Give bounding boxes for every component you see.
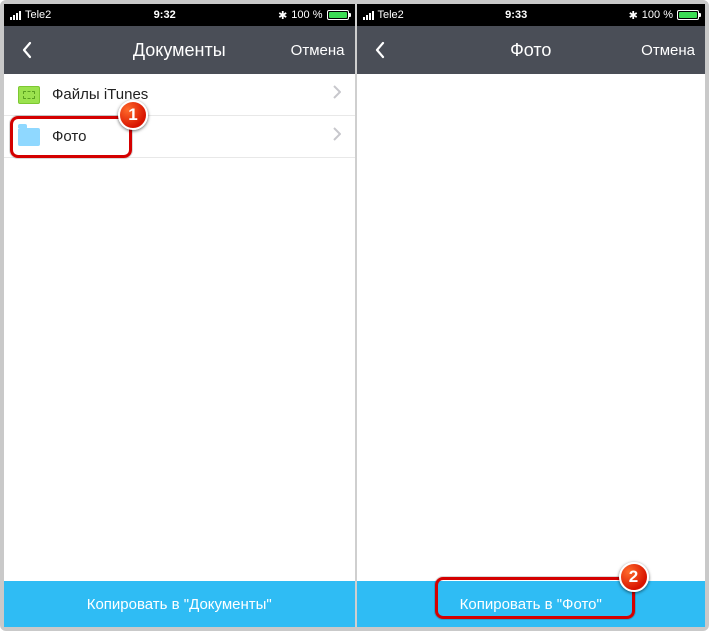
row-photo[interactable]: Фото xyxy=(4,116,355,158)
folder-list: Файлы iTunes Фото xyxy=(4,74,355,581)
dual-screenshot-frame: Tele2 9:32 ✱ 100 % Документы Отмена Файл… xyxy=(0,0,709,631)
status-right: ✱ 100 % xyxy=(278,9,348,22)
row-label: Фото xyxy=(52,128,86,145)
copy-button[interactable]: Копировать в "Документы" xyxy=(4,581,355,627)
bluetooth-icon: ✱ xyxy=(278,9,287,22)
clock-label: 9:33 xyxy=(408,9,625,21)
copy-button-label: Копировать в "Документы" xyxy=(87,596,272,613)
back-button[interactable] xyxy=(367,37,393,63)
signal-icon xyxy=(10,11,21,20)
status-right: ✱ 100 % xyxy=(629,9,699,22)
screen-documents: Tele2 9:32 ✱ 100 % Документы Отмена Файл… xyxy=(4,4,355,627)
battery-percent: 100 % xyxy=(291,9,322,21)
carrier-label: Tele2 xyxy=(378,9,404,21)
signal-icon xyxy=(363,11,374,20)
chevron-right-icon xyxy=(333,127,341,146)
folder-icon xyxy=(18,128,40,146)
nav-bar: Документы Отмена xyxy=(4,26,355,74)
battery-icon xyxy=(327,10,349,20)
copy-button[interactable]: Копировать в "Фото" xyxy=(357,581,706,627)
cancel-button[interactable]: Отмена xyxy=(641,42,695,59)
battery-percent: 100 % xyxy=(642,9,673,21)
chevron-left-icon xyxy=(374,41,386,59)
chevron-left-icon xyxy=(21,41,33,59)
status-bar: Tele2 9:33 ✱ 100 % xyxy=(357,4,706,26)
copy-button-label: Копировать в "Фото" xyxy=(460,596,602,613)
carrier-label: Tele2 xyxy=(25,9,51,21)
row-label: Файлы iTunes xyxy=(52,86,148,103)
battery-icon xyxy=(677,10,699,20)
screen-photo: Tele2 9:33 ✱ 100 % Фото Отмена Копироват… xyxy=(355,4,706,627)
nav-bar: Фото Отмена xyxy=(357,26,706,74)
clock-label: 9:32 xyxy=(55,9,274,21)
status-bar: Tele2 9:32 ✱ 100 % xyxy=(4,4,355,26)
folder-list-empty xyxy=(357,74,706,581)
itunes-folder-icon xyxy=(18,86,40,104)
row-itunes-files[interactable]: Файлы iTunes xyxy=(4,74,355,116)
bluetooth-icon: ✱ xyxy=(629,9,638,22)
back-button[interactable] xyxy=(14,37,40,63)
status-left: Tele2 xyxy=(10,9,51,21)
cancel-button[interactable]: Отмена xyxy=(291,42,345,59)
chevron-right-icon xyxy=(333,85,341,104)
status-left: Tele2 xyxy=(363,9,404,21)
